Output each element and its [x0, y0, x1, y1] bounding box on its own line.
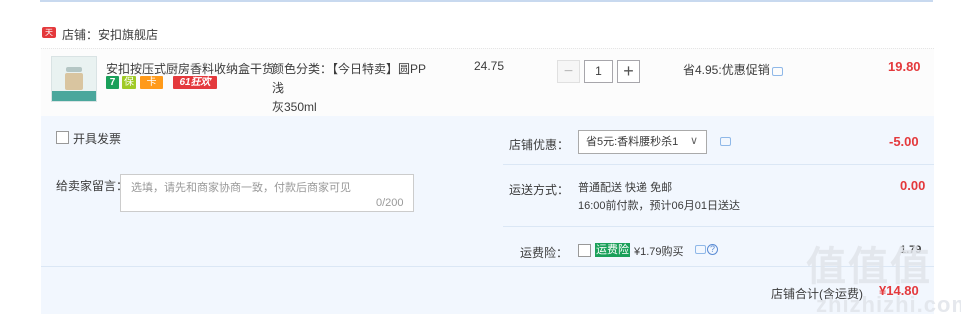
item-promotion: 省4.95:优惠促销 [683, 63, 770, 77]
divider [41, 266, 934, 267]
message-char-count: 0/200 [376, 197, 404, 209]
top-border [40, 0, 933, 2]
item-total-price: 19.80 [888, 59, 921, 74]
shop-coupon-select[interactable]: 省5元:香料腰秒杀1 [578, 130, 707, 154]
quantity-decrease-button[interactable]: − [557, 60, 580, 83]
shipping-label: 运送方式： [509, 183, 570, 197]
product-title-link[interactable]: 安扣按压式厨房香料收纳盒干货... [106, 60, 274, 77]
comment-icon[interactable] [720, 137, 731, 146]
comment-icon[interactable] [695, 245, 706, 254]
coupon-discount: -5.00 [889, 134, 919, 149]
invoice-checkbox[interactable] [56, 131, 69, 144]
watermark-url: zhizhizhi.com [816, 292, 961, 317]
insurance-label: 运费险： [520, 246, 569, 260]
shop-coupon-label: 店铺优惠： [509, 138, 570, 152]
shipping-line: 16:00前付款，预计06月01日送达 [578, 200, 740, 212]
sku-line: 灰350ml [272, 100, 317, 114]
shop-coupon-value: 省5元:香料腰秒杀1 [586, 136, 679, 148]
shipping-method: 普通配送 快递 免邮 16:00前付款，预计06月01日送达 [578, 179, 740, 215]
seven-day-return-icon[interactable]: 7 [106, 76, 119, 89]
divider [503, 226, 934, 227]
guarantee-icon[interactable]: 保 [122, 76, 136, 89]
shipping-amount: 0.00 [900, 178, 926, 193]
watermark: 值值值 [806, 245, 932, 289]
insurance-price: ¥1.79购买 [634, 246, 684, 258]
insurance-badge: 运费险 [595, 243, 630, 257]
message-label: 给卖家留言： [56, 179, 129, 193]
comment-icon[interactable] [772, 67, 783, 76]
chevron-down-icon[interactable]: ∨ [690, 134, 698, 147]
sku-line: 颜色分类：【今日特卖】圆PP浅 [272, 62, 427, 95]
quantity-increase-button[interactable]: + [617, 60, 640, 83]
help-icon[interactable]: ? [707, 244, 718, 255]
shop-name-link[interactable]: 店铺：安扣旗舰店 [62, 26, 158, 43]
sku-info: 颜色分类：【今日特卖】圆PP浅 灰350ml [272, 60, 432, 117]
divider [503, 164, 934, 165]
shipping-line: 普通配送 快递 免邮 [578, 182, 673, 194]
insurance-checkbox[interactable] [578, 244, 591, 257]
tmall-badge: 天猫 [42, 27, 56, 48]
product-thumbnail[interactable] [51, 56, 97, 102]
invoice-label[interactable]: 开具发票 [73, 130, 121, 147]
quantity-input[interactable]: 1 [584, 60, 613, 83]
credit-card-icon[interactable]: 卡 [140, 76, 163, 89]
unit-price: 24.75 [474, 59, 505, 73]
message-placeholder: 选填，请先和商家协商一致，付款后商家可见 [131, 182, 351, 194]
promo-61-badge[interactable]: 61狂欢 [173, 76, 217, 89]
